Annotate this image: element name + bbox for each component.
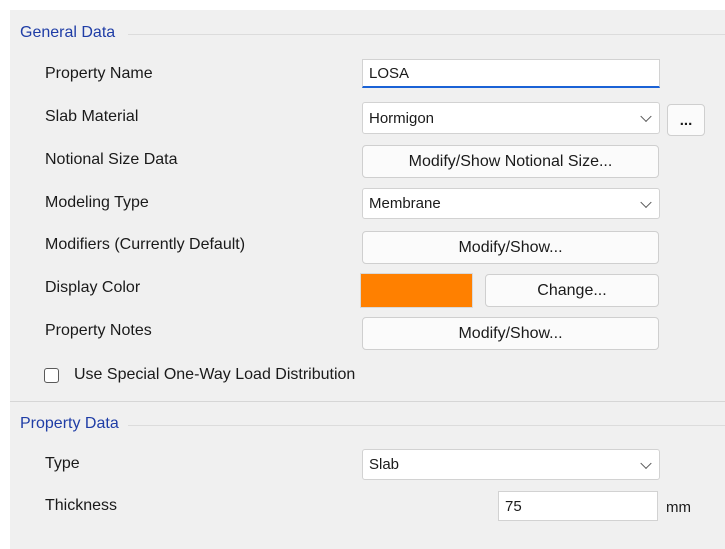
change-color-button[interactable]: Change... <box>485 274 659 307</box>
display-color-swatch <box>360 273 473 308</box>
chevron-down-icon <box>640 457 652 469</box>
property-notes-label: Property Notes <box>45 322 152 339</box>
thickness-label: Thickness <box>45 497 118 514</box>
chevron-down-icon <box>640 196 652 208</box>
type-select[interactable]: Slab <box>362 449 660 480</box>
type-label: Type <box>45 455 80 472</box>
property-name-input[interactable]: LOSA <box>362 59 660 88</box>
thickness-unit: mm <box>666 499 691 516</box>
slab-material-label: Slab Material <box>45 108 139 125</box>
slab-material-value: Hormigon <box>369 109 435 127</box>
modifiers-button[interactable]: Modify/Show... <box>362 231 659 264</box>
display-color-label: Display Color <box>45 279 141 296</box>
one-way-load-label: Use Special One-Way Load Distribution <box>74 366 356 383</box>
notional-size-label: Notional Size Data <box>45 151 178 168</box>
modeling-type-value: Membrane <box>369 195 441 212</box>
modeling-type-select[interactable]: Membrane <box>362 188 660 219</box>
notional-size-button[interactable]: Modify/Show Notional Size... <box>362 145 659 178</box>
slab-material-select[interactable]: Hormigon <box>362 102 660 134</box>
property-data-header: Property Data <box>20 415 119 432</box>
chevron-down-icon <box>640 110 652 123</box>
property-name-label: Property Name <box>45 65 153 82</box>
thickness-input[interactable]: 75 <box>498 491 658 521</box>
property-notes-button[interactable]: Modify/Show... <box>362 317 659 350</box>
modifiers-label: Modifiers (Currently Default) <box>45 236 246 253</box>
modeling-type-label: Modeling Type <box>45 194 149 211</box>
general-data-divider <box>128 34 725 35</box>
group-separator <box>10 401 725 402</box>
one-way-load-checkbox[interactable] <box>44 368 59 383</box>
type-value: Slab <box>369 456 400 473</box>
general-data-header: General Data <box>20 24 116 41</box>
property-data-divider <box>128 425 725 426</box>
slab-material-more-button[interactable]: ... <box>667 104 705 136</box>
property-panel: General Data Property Name LOSA Slab Mat… <box>10 10 725 549</box>
